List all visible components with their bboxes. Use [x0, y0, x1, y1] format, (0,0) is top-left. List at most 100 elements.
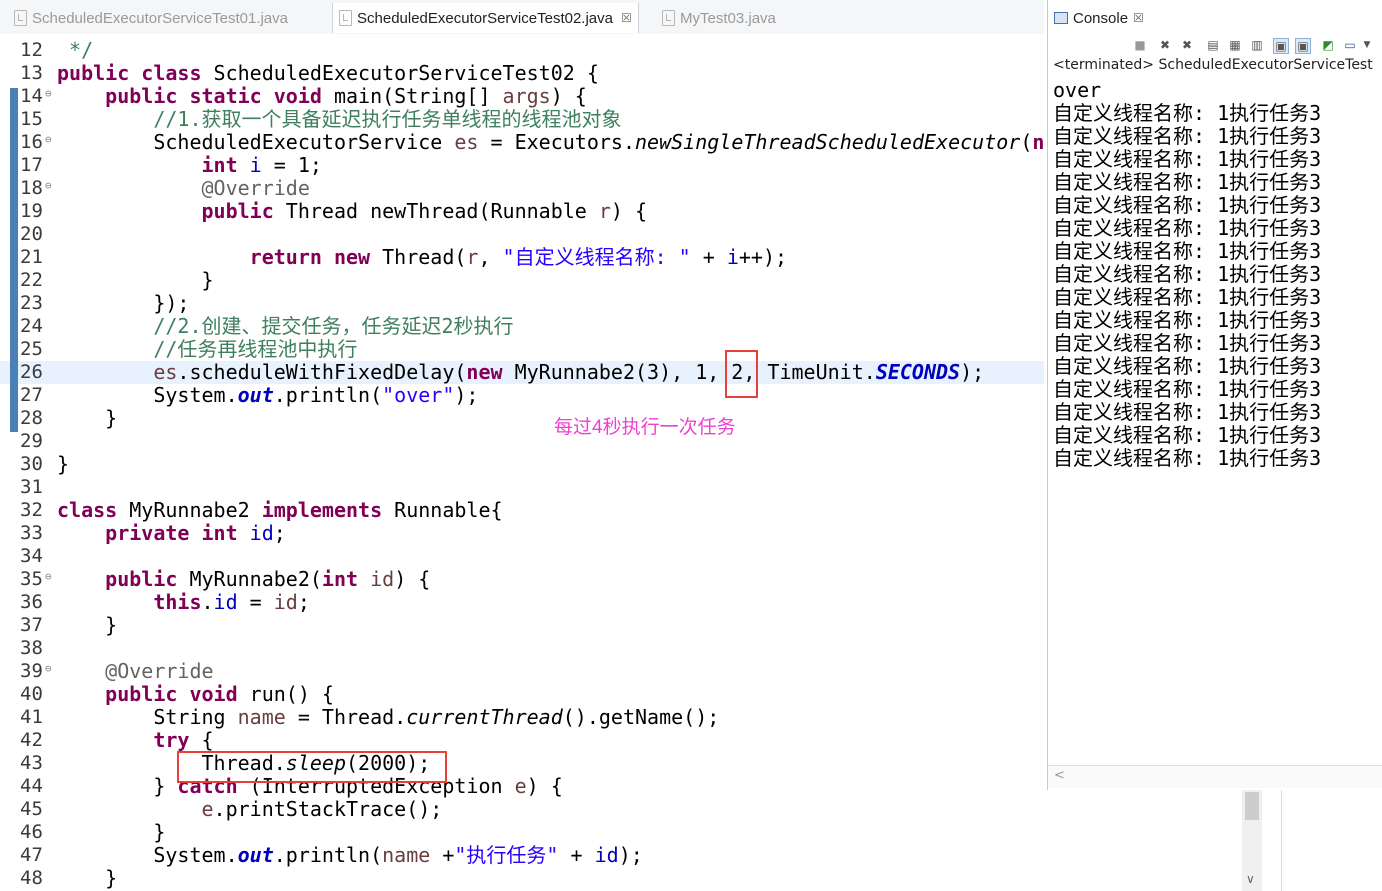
terminate-icon[interactable]: ■ — [1133, 38, 1147, 52]
code-line[interactable]: 47 System.out.println(name +"执行任务" + id)… — [0, 844, 1044, 867]
code-line[interactable]: 22 } — [0, 269, 1044, 292]
console-output-line: 自定义线程名称: 1执行任务3 — [1053, 239, 1322, 263]
code-line[interactable]: 39 ⊖ @Override — [0, 660, 1044, 683]
tab-label: ScheduledExecutorServiceTest02.java — [357, 9, 613, 27]
code-text: */ — [57, 38, 94, 62]
code-line[interactable]: 23 }); — [0, 292, 1044, 315]
line-number: 17 — [20, 154, 43, 176]
tab-mytest03[interactable]: MyTest03.java — [662, 4, 776, 32]
line-number: 41 — [20, 706, 43, 728]
code-text: //2.创建、提交任务，任务延迟2秒执行 — [153, 314, 514, 338]
code-line[interactable]: 12 */ — [0, 39, 1044, 62]
clear-console-icon[interactable]: ▤ — [1206, 38, 1220, 52]
console-output-line: 自定义线程名称: 1执行任务3 — [1053, 377, 1322, 401]
code-line[interactable]: 25 //任务再线程池中执行 — [0, 338, 1044, 361]
remove-launch-icon[interactable]: ✖ — [1158, 38, 1172, 52]
remove-all-icon[interactable]: ✖ — [1180, 38, 1194, 52]
code-line[interactable]: 43 Thread.sleep(2000); — [0, 752, 1044, 775]
chevron-left-icon[interactable]: < — [1054, 768, 1065, 783]
code-line[interactable]: 45 e.printStackTrace(); — [0, 798, 1044, 821]
word-wrap-icon[interactable]: ▥ — [1250, 38, 1264, 52]
line-number: 30 — [20, 453, 43, 475]
fold-toggle-icon[interactable]: ⊖ — [45, 174, 52, 197]
code-text: } — [57, 268, 214, 292]
line-number: 42 — [20, 729, 43, 751]
console-tab[interactable]: Console ☒ — [1048, 4, 1150, 32]
console-output-line: 自定义线程名称: 1执行任务3 — [1053, 423, 1322, 447]
code-line[interactable]: 37 } — [0, 614, 1044, 637]
close-icon[interactable]: ☒ — [1133, 11, 1144, 25]
code-line[interactable]: 32 class MyRunnabe2 implements Runnable{ — [0, 499, 1044, 522]
code-line[interactable]: 19 public Thread newThread(Runnable r) { — [0, 200, 1044, 223]
line-number: 22 — [20, 269, 43, 291]
code-line[interactable]: 26 es.scheduleWithFixedDelay(new MyRunna… — [0, 361, 1044, 384]
line-number: 46 — [20, 821, 43, 843]
code-line[interactable]: 30} — [0, 453, 1044, 476]
chevron-down-icon[interactable]: ▼ — [1360, 38, 1374, 52]
console-output-line: 自定义线程名称: 1执行任务3 — [1053, 308, 1322, 332]
code-line[interactable]: 24 //2.创建、提交任务，任务延迟2秒执行 — [0, 315, 1044, 338]
code-line[interactable]: 46 } — [0, 821, 1044, 844]
vertical-scrollbar[interactable]: ∨ — [1242, 790, 1262, 891]
code-line[interactable]: 44 } catch (InterruptedException e) { — [0, 775, 1044, 798]
chevron-down-icon[interactable]: ∨ — [1246, 872, 1255, 886]
line-number: 12 — [20, 39, 43, 61]
fold-toggle-icon[interactable]: ⊖ — [45, 565, 52, 588]
horizontal-scrollbar[interactable]: < — [1048, 765, 1382, 788]
code-line[interactable]: 21 return new Thread(r, "自定义线程名称: " + i+… — [0, 246, 1044, 269]
console-output-line: 自定义线程名称: 1执行任务3 — [1053, 101, 1322, 125]
code-text: int i = 1; — [201, 153, 322, 177]
code-line[interactable]: 28 } — [0, 407, 1044, 430]
tab-scheduledexecutorservicetest01[interactable]: ScheduledExecutorServiceTest01.java — [14, 4, 288, 32]
code-line[interactable]: 13 public class ScheduledExecutorServiceT… — [0, 62, 1044, 85]
code-text: String name = Thread.currentThread().get… — [57, 705, 720, 729]
code-line[interactable]: 48 } — [0, 867, 1044, 890]
code-line[interactable]: 27 System.out.println("over"); — [0, 384, 1044, 407]
code-line[interactable]: 20 — [0, 223, 1044, 246]
console-output-line: 自定义线程名称: 1执行任务3 — [1053, 193, 1322, 217]
code-line[interactable]: 38 — [0, 637, 1044, 660]
tab-scheduledexecutorservicetest02[interactable]: ScheduledExecutorServiceTest02.java ☒ — [332, 3, 639, 33]
console-output: over 自定义线程名称: 1执行任务3 自定义线程名称: 1执行任务3 自定义线程名… — [1053, 79, 1382, 470]
line-number: 24 — [20, 315, 43, 337]
code-line[interactable]: 33 private int id; — [0, 522, 1044, 545]
java-file-icon — [339, 10, 352, 26]
code-line[interactable]: 31 — [0, 476, 1044, 499]
display-console-icon[interactable]: ▭ — [1343, 38, 1357, 52]
console-icon — [1054, 12, 1068, 24]
scroll-lock-icon[interactable]: ▦ — [1228, 38, 1242, 52]
line-number: 47 — [20, 844, 43, 866]
java-file-icon — [14, 10, 27, 26]
code-text: } — [57, 406, 118, 430]
code-text: @Override — [105, 659, 214, 683]
code-line[interactable]: 41 String name = Thread.currentThread().… — [0, 706, 1044, 729]
console-output-line: 自定义线程名称: 1执行任务3 — [1053, 262, 1322, 286]
code-line[interactable]: 36 this.id = id; — [0, 591, 1044, 614]
code-editor[interactable]: 12 */13 public class ScheduledExecutorSer… — [0, 34, 1044, 891]
code-line[interactable]: 34 — [0, 545, 1044, 568]
show-on-error-icon[interactable]: ▣ — [1295, 38, 1311, 54]
code-line[interactable]: 16 ⊖ ScheduledExecutorService es = Execut… — [0, 131, 1044, 154]
code-line[interactable]: 35 ⊖ public MyRunnabe2(int id) { — [0, 568, 1044, 591]
line-number: 18 — [20, 177, 43, 199]
code-line[interactable]: 40 public void run() { — [0, 683, 1044, 706]
code-line[interactable]: 17 int i = 1; — [0, 154, 1044, 177]
code-line[interactable]: 18 ⊖ @Override — [0, 177, 1044, 200]
pin-console-icon[interactable]: ◩ — [1321, 38, 1335, 52]
code-line[interactable]: 29 — [0, 430, 1044, 453]
close-icon[interactable]: ☒ — [621, 11, 632, 25]
fold-toggle-icon[interactable]: ⊖ — [45, 657, 52, 680]
code-line[interactable]: 14 ⊖ public static void main(String[] arg… — [0, 85, 1044, 108]
code-text: class MyRunnabe2 implements Runnable{ — [57, 498, 503, 522]
line-number: 16 — [20, 131, 43, 153]
line-number: 15 — [20, 108, 43, 130]
code-line[interactable]: 15 //1.获取一个具备延迟执行任务单线程的线程池对象 — [0, 108, 1044, 131]
fold-toggle-icon[interactable]: ⊖ — [45, 82, 52, 105]
lower-right-panel — [1047, 790, 1382, 891]
console-output-line: 自定义线程名称: 1执行任务3 — [1053, 124, 1322, 148]
code-line[interactable]: 42 try { — [0, 729, 1044, 752]
show-on-output-icon[interactable]: ▣ — [1273, 38, 1289, 54]
scrollbar-thumb[interactable] — [1245, 792, 1259, 820]
code-text: } — [57, 452, 70, 476]
fold-toggle-icon[interactable]: ⊖ — [45, 128, 52, 151]
